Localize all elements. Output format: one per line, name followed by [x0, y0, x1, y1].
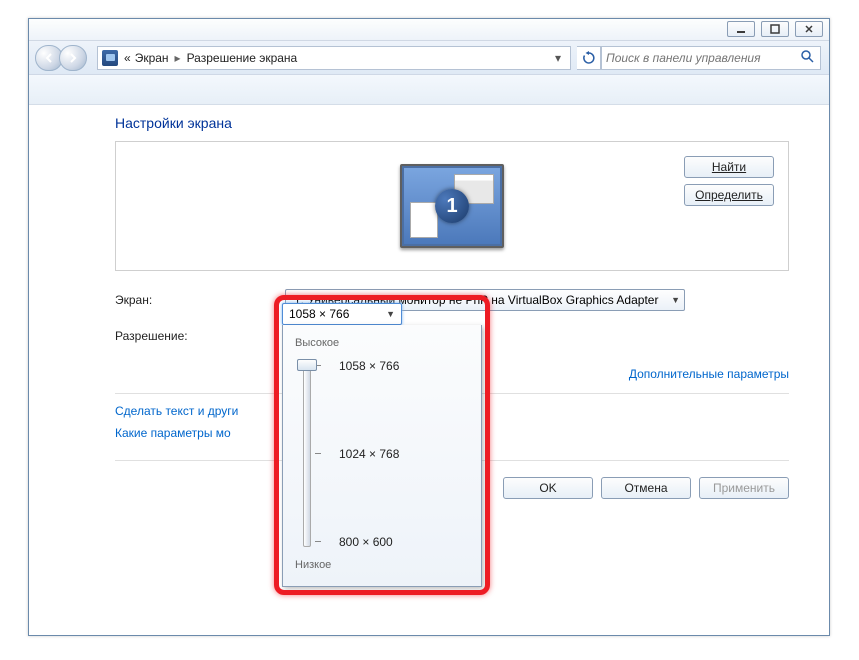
forward-button[interactable] [59, 45, 87, 71]
quality-low-label: Низкое [295, 559, 471, 571]
search-box[interactable] [601, 46, 821, 70]
resolution-popup: 1058 × 766 ▼ Высокое 1058 × 766 1024 × 7… [282, 303, 482, 587]
resolution-label: Разрешение: [115, 329, 285, 343]
chevron-right-icon: ▸ [171, 51, 185, 65]
advanced-link[interactable]: Дополнительные параметры [629, 367, 789, 381]
maximize-button[interactable] [761, 21, 789, 37]
close-button[interactable] [795, 21, 823, 37]
search-icon[interactable] [798, 49, 816, 66]
chevron-down-icon: ▼ [671, 295, 680, 305]
monitor-number: 1 [435, 189, 469, 223]
minimize-button[interactable] [727, 21, 755, 37]
resolution-slider-track[interactable] [303, 363, 311, 547]
apply-button[interactable]: Применить [699, 477, 789, 499]
titlebar [29, 19, 829, 41]
ok-button[interactable]: OK [503, 477, 593, 499]
resolution-slider-thumb[interactable] [297, 359, 317, 371]
window: « Экран ▸ Разрешение экрана ▾ Настройки … [28, 18, 830, 636]
resolution-option: 800 × 600 [339, 535, 393, 549]
display-preview: 1 Найти Определить [115, 141, 789, 271]
resolution-option: 1024 × 768 [339, 447, 399, 461]
address-dropdown-icon[interactable]: ▾ [550, 51, 566, 65]
monitor-thumbnail[interactable]: 1 [400, 164, 504, 248]
cancel-button[interactable]: Отмена [601, 477, 691, 499]
find-button[interactable]: Найти [684, 156, 774, 178]
address-bar[interactable]: « Экран ▸ Разрешение экрана ▾ [97, 46, 571, 70]
quality-high-label: Высокое [295, 337, 471, 349]
search-input[interactable] [606, 51, 798, 65]
chevron-down-icon: ▼ [386, 309, 395, 319]
resolution-option: 1058 × 766 [339, 359, 399, 373]
page-title: Настройки экрана [115, 115, 789, 131]
breadcrumb-prefix: « [122, 51, 133, 65]
resolution-dropdown[interactable]: 1058 × 766 ▼ [282, 303, 402, 325]
navbar: « Экран ▸ Разрешение экрана ▾ [29, 41, 829, 75]
toolbar [29, 75, 829, 105]
resolution-slider-panel: Высокое 1058 × 766 1024 × 768 800 × 600 … [282, 325, 482, 587]
resolution-value: 1058 × 766 [289, 307, 349, 321]
window-controls [727, 21, 823, 37]
breadcrumb-item[interactable]: Разрешение экрана [185, 51, 300, 65]
screen-label: Экран: [115, 293, 285, 307]
display-icon [102, 50, 118, 66]
refresh-button[interactable] [577, 46, 601, 70]
breadcrumb-item[interactable]: Экран [133, 51, 171, 65]
identify-button[interactable]: Определить [684, 184, 774, 206]
